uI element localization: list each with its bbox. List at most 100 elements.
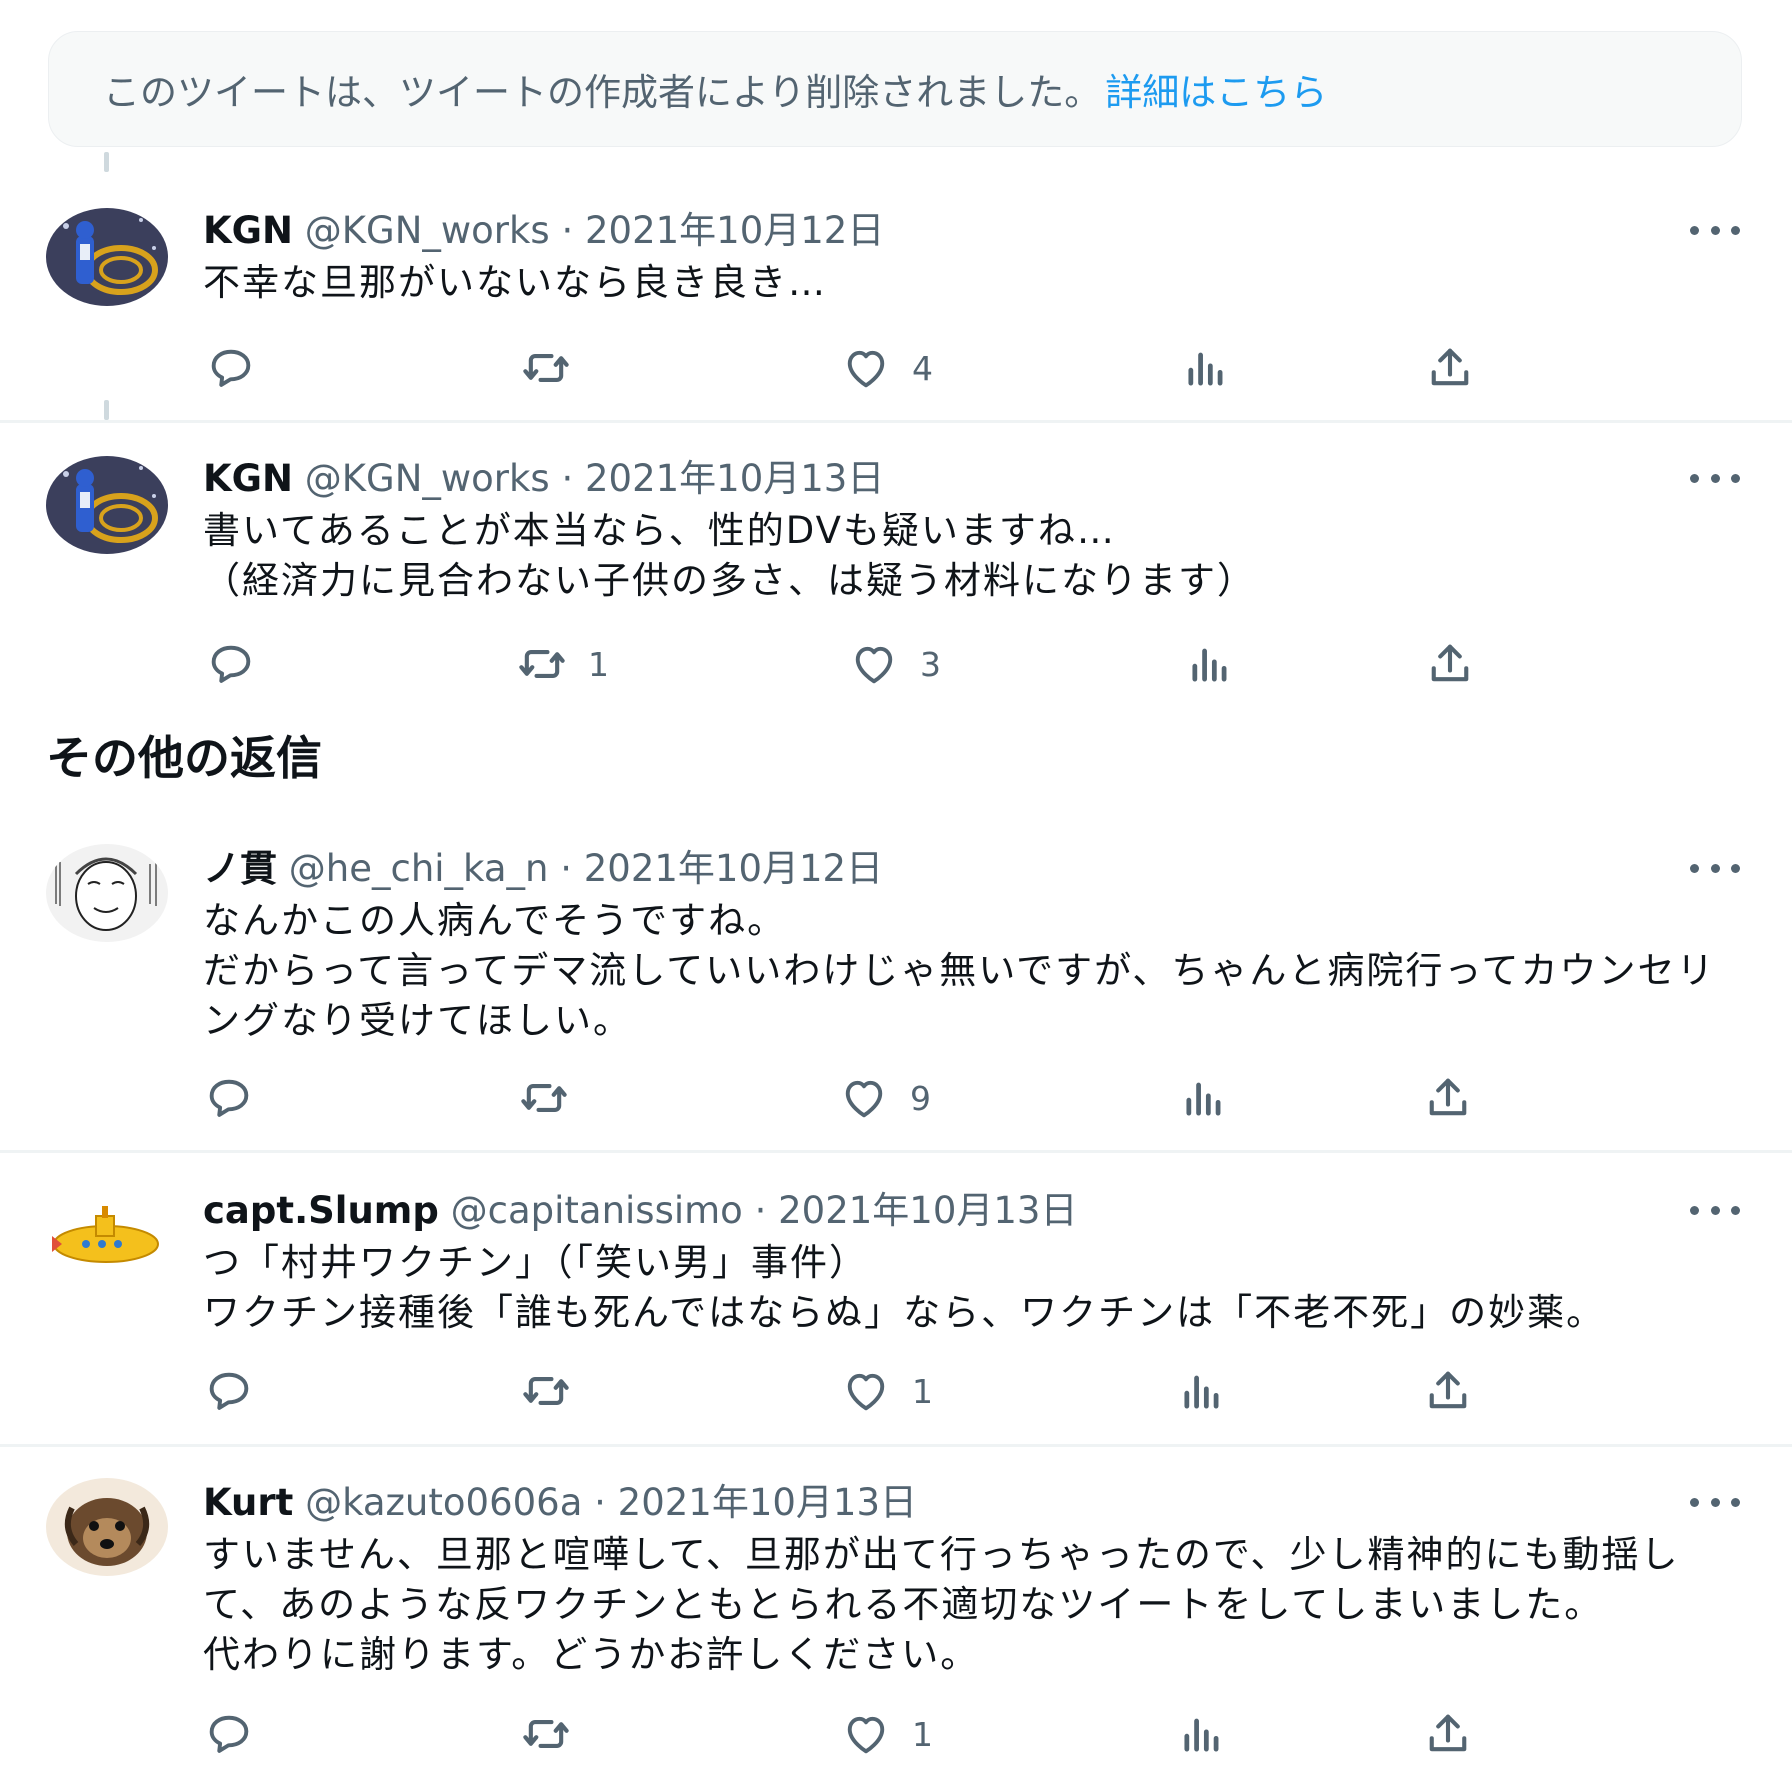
- tweet-text: すいません、旦那と喧嘩して、旦那が出て行っちゃったので、少し精神的にも動揺して、…: [203, 1533, 1680, 1676]
- tweet-text: なんかこの人病んでそうですね。 だからって言ってデマ流していいわけじゃ無いですが…: [203, 899, 1716, 1042]
- display-name[interactable]: KGN: [203, 457, 293, 500]
- like-count: 3: [920, 644, 941, 684]
- retweet-button[interactable]: [518, 1068, 590, 1128]
- handle[interactable]: @capitanissimo: [451, 1189, 743, 1232]
- share-button[interactable]: [1424, 338, 1476, 398]
- action-bar: 4: [0, 338, 1792, 398]
- tweet-header: Kurt @kazuto0606a · 2021年10月13日: [203, 1478, 917, 1528]
- manga-old-man-avatar-image: [46, 844, 168, 942]
- tweet[interactable]: KGN @KGN_works · 2021年10月13日 書いてあることが本当な…: [0, 400, 1792, 688]
- views-button[interactable]: [1176, 1704, 1228, 1764]
- like-count: 1: [912, 1371, 933, 1411]
- reply-icon: [209, 1715, 249, 1753]
- more-icon[interactable]: [1690, 1190, 1740, 1230]
- tweet-text: 書いてあることが本当なら、性的DVも疑いますね… （経済力に見合わない子供の多さ…: [203, 509, 1256, 602]
- action-bar: 9: [0, 1068, 1792, 1128]
- handle[interactable]: @he_chi_ka_n: [289, 847, 549, 890]
- more-icon[interactable]: [1690, 210, 1740, 250]
- share-icon: [1431, 644, 1469, 682]
- more-icon[interactable]: [1690, 1482, 1740, 1522]
- share-button[interactable]: [1424, 634, 1476, 694]
- views-button[interactable]: [1180, 338, 1232, 398]
- tweet-header: ノ貫 @he_chi_ka_n · 2021年10月12日: [203, 844, 883, 894]
- retweet-icon: [523, 1377, 569, 1405]
- timestamp[interactable]: 2021年10月13日: [585, 457, 884, 500]
- display-name[interactable]: KGN: [203, 209, 293, 252]
- share-button[interactable]: [1422, 1068, 1474, 1128]
- tweet-text: つ「村井ワクチン」（「笑い男」事件） ワクチン接種後「誰も死んではならぬ」なら、…: [203, 1241, 1606, 1334]
- retweet-button[interactable]: [520, 338, 592, 398]
- robot-figure-avatar-image: [46, 456, 168, 554]
- views-icon: [1186, 1082, 1221, 1116]
- more-icon[interactable]: [1690, 458, 1740, 498]
- timestamp[interactable]: 2021年10月12日: [585, 209, 884, 252]
- reply-button[interactable]: [203, 1068, 255, 1128]
- handle[interactable]: @KGN_works: [305, 209, 550, 252]
- timestamp[interactable]: 2021年10月13日: [618, 1481, 917, 1524]
- handle[interactable]: @kazuto0606a: [305, 1481, 582, 1524]
- share-button[interactable]: [1422, 1361, 1474, 1421]
- share-button[interactable]: [1422, 1704, 1474, 1764]
- like-count: 9: [910, 1078, 931, 1118]
- thread-line: [104, 152, 109, 172]
- tweet[interactable]: Kurt @kazuto0606a · 2021年10月13日 すいません、旦那…: [0, 1448, 1792, 1788]
- tweet-header: capt.Slump @capitanissimo · 2021年10月13日: [203, 1186, 1077, 1236]
- like-button[interactable]: 1: [840, 1361, 933, 1421]
- timestamp[interactable]: 2021年10月13日: [778, 1189, 1077, 1232]
- avatar[interactable]: [46, 1478, 168, 1576]
- reply-button[interactable]: [203, 1361, 255, 1421]
- tweet[interactable]: KGN @KGN_works · 2021年10月12日 不幸な旦那がいないなら…: [0, 152, 1792, 420]
- reply-button[interactable]: [205, 338, 257, 398]
- share-icon: [1429, 1078, 1467, 1116]
- retweet-button[interactable]: 1: [516, 634, 609, 694]
- divider: [0, 420, 1792, 423]
- reply-button[interactable]: [205, 634, 257, 694]
- like-button[interactable]: 3: [848, 634, 941, 694]
- like-button[interactable]: 9: [838, 1068, 931, 1128]
- reply-icon: [209, 1079, 249, 1117]
- divider: [0, 1150, 1792, 1153]
- views-button[interactable]: [1184, 634, 1236, 694]
- views-button[interactable]: [1176, 1361, 1228, 1421]
- action-bar: 1: [0, 1704, 1792, 1764]
- reply-icon: [211, 645, 251, 683]
- display-name[interactable]: Kurt: [203, 1481, 293, 1524]
- avatar[interactable]: [46, 1186, 168, 1284]
- reply-button[interactable]: [203, 1704, 255, 1764]
- tweet[interactable]: capt.Slump @capitanissimo · 2021年10月13日 …: [0, 1156, 1792, 1444]
- like-count: 1: [912, 1714, 933, 1754]
- retweet-button[interactable]: [520, 1704, 592, 1764]
- share-icon: [1429, 1714, 1467, 1752]
- like-button[interactable]: 1: [840, 1704, 933, 1764]
- avatar[interactable]: [46, 208, 168, 306]
- like-icon: [847, 1373, 885, 1411]
- separator: ·: [561, 209, 574, 252]
- reply-icon: [209, 1372, 249, 1410]
- tweet[interactable]: ノ貫 @he_chi_ka_n · 2021年10月12日 なんかこの人病んでそ…: [0, 814, 1792, 1150]
- display-name[interactable]: ノ貫: [203, 847, 277, 890]
- like-icon: [847, 350, 885, 388]
- reply-thread: このツイートは、ツイートの作成者により削除されました。 詳細はこちら KGN @…: [0, 0, 1792, 1792]
- action-bar: 1 3: [0, 634, 1792, 694]
- retweet-count: 1: [588, 644, 609, 684]
- learn-more-link[interactable]: 詳細はこちら: [1105, 62, 1327, 116]
- retweet-button[interactable]: [520, 1361, 592, 1421]
- separator: ·: [561, 457, 574, 500]
- retweet-icon: [523, 354, 569, 382]
- avatar[interactable]: [46, 844, 168, 942]
- share-icon: [1431, 348, 1469, 386]
- action-bar: 1: [0, 1361, 1792, 1421]
- like-icon: [845, 1080, 883, 1118]
- like-button[interactable]: 4: [840, 338, 933, 398]
- share-icon: [1429, 1371, 1467, 1409]
- handle[interactable]: @KGN_works: [305, 457, 550, 500]
- tweet-header: KGN @KGN_works · 2021年10月12日: [203, 206, 884, 256]
- timestamp[interactable]: 2021年10月12日: [584, 847, 883, 890]
- views-button[interactable]: [1178, 1068, 1230, 1128]
- display-name[interactable]: capt.Slump: [203, 1189, 439, 1232]
- retweet-icon: [523, 1720, 569, 1748]
- more-icon[interactable]: [1690, 848, 1740, 888]
- tweet-text: 不幸な旦那がいないなら良き良き…: [203, 261, 827, 304]
- deleted-notice-text: このツイートは、ツイートの作成者により削除されました。: [103, 71, 1102, 114]
- avatar[interactable]: [46, 456, 168, 554]
